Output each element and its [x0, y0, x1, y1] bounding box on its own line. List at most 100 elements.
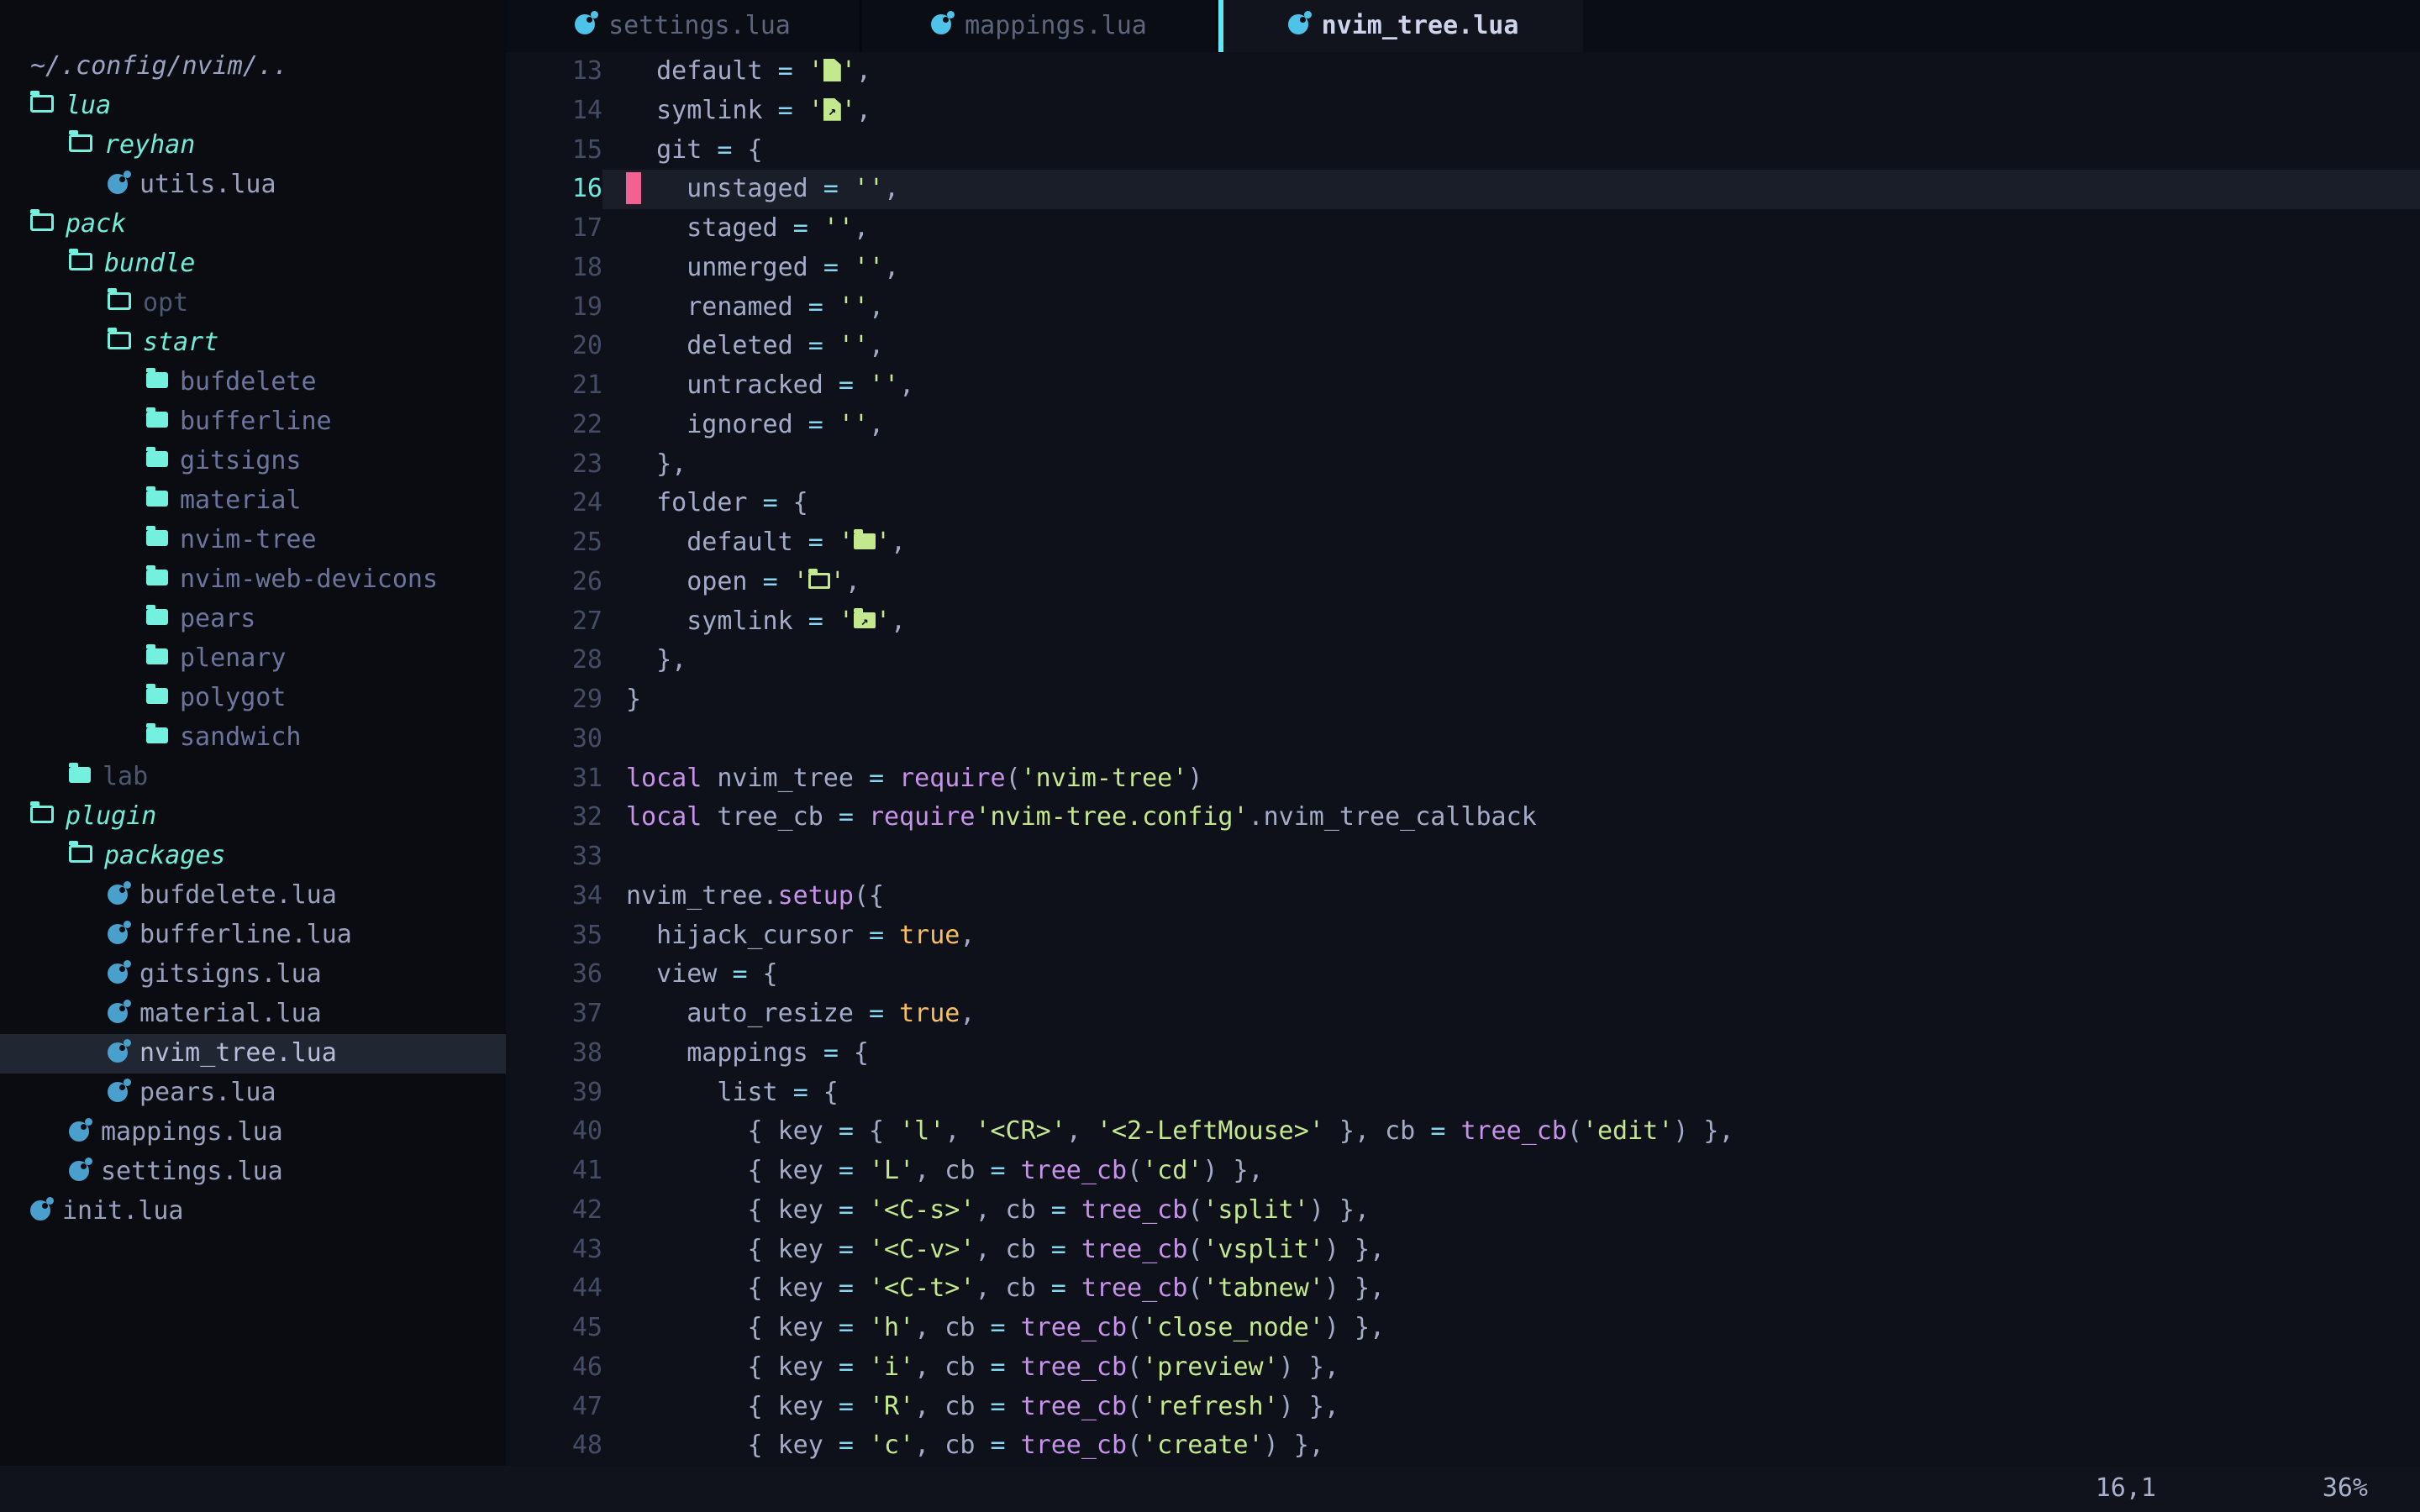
- tree-item-bufferline.lua[interactable]: bufferline.lua: [0, 916, 506, 955]
- code-line-38[interactable]: 38 mappings = {: [506, 1034, 2420, 1074]
- code-line-18[interactable]: 18 unmerged = '',: [506, 249, 2420, 288]
- code-line-37[interactable]: 37 auto_resize = true,: [506, 995, 2420, 1034]
- code-line-14[interactable]: 14 symlink = '',: [506, 92, 2420, 131]
- lua-icon: [108, 1042, 128, 1063]
- line-text: unmerged = '',: [602, 249, 2420, 288]
- tree-item-label: settings.lua: [101, 1152, 283, 1192]
- tab-mappings.lua[interactable]: mappings.lua: [862, 0, 1218, 52]
- code-line-21[interactable]: 21 untracked = '',: [506, 366, 2420, 406]
- code-line-33[interactable]: 33: [506, 837, 2420, 877]
- code-editor[interactable]: 13 default = '',14 symlink = '',15 git =…: [506, 52, 2420, 1466]
- tree-item-label: gitsigns: [180, 442, 302, 481]
- tree-item-label: init.lua: [62, 1192, 184, 1231]
- code-line-42[interactable]: 42 { key = '<C-s>', cb = tree_cb('split'…: [506, 1191, 2420, 1231]
- tree-item-gitsigns[interactable]: gitsigns: [0, 442, 506, 481]
- code-line-43[interactable]: 43 { key = '<C-v>', cb = tree_cb('vsplit…: [506, 1231, 2420, 1270]
- tree-item-label: polygot: [180, 679, 286, 718]
- tree-root-path[interactable]: ~/.config/nvim/..: [0, 47, 506, 87]
- line-number: 43: [506, 1231, 602, 1270]
- tree-item-plenary[interactable]: plenary: [0, 639, 506, 679]
- tree-item-mappings.lua[interactable]: mappings.lua: [0, 1113, 506, 1152]
- tree-item-utils.lua[interactable]: utils.lua: [0, 165, 506, 205]
- line-number: 35: [506, 916, 602, 956]
- tabline: settings.luamappings.luanvim_tree.lua: [506, 0, 2420, 52]
- line-number: 31: [506, 759, 602, 799]
- tree-item-bufdelete.lua[interactable]: bufdelete.lua: [0, 876, 506, 916]
- code-line-29[interactable]: 29}: [506, 680, 2420, 720]
- code-line-40[interactable]: 40 { key = { 'l', '<CR>', '<2-LeftMouse>…: [506, 1112, 2420, 1152]
- tree-item-bufferline[interactable]: bufferline: [0, 402, 506, 442]
- code-line-31[interactable]: 31local nvim_tree = require('nvim-tree'): [506, 759, 2420, 799]
- code-line-44[interactable]: 44 { key = '<C-t>', cb = tree_cb('tabnew…: [506, 1269, 2420, 1309]
- code-line-47[interactable]: 47 { key = 'R', cb = tree_cb('refresh') …: [506, 1388, 2420, 1427]
- code-line-45[interactable]: 45 { key = 'h', cb = tree_cb('close_node…: [506, 1309, 2420, 1348]
- tree-item-lua[interactable]: lua: [0, 87, 506, 126]
- line-text: renamed = '',: [602, 288, 2420, 328]
- tree-item-nvim-web-devicons[interactable]: nvim-web-devicons: [0, 560, 506, 600]
- tree-item-label: start: [143, 323, 218, 363]
- tree-item-nvim-tree[interactable]: nvim-tree: [0, 521, 506, 560]
- line-text: hijack_cursor = true,: [602, 916, 2420, 956]
- tree-item-opt[interactable]: opt: [0, 284, 506, 323]
- code-line-32[interactable]: 32local tree_cb = require'nvim-tree.conf…: [506, 798, 2420, 837]
- code-line-19[interactable]: 19 renamed = '',: [506, 288, 2420, 328]
- tree-item-pears[interactable]: pears: [0, 600, 506, 639]
- tree-item-gitsigns.lua[interactable]: gitsigns.lua: [0, 955, 506, 995]
- tab-nvim_tree.lua[interactable]: nvim_tree.lua: [1223, 0, 1583, 52]
- folder-filled-icon: [146, 609, 168, 625]
- tree-item-material.lua[interactable]: material.lua: [0, 995, 506, 1034]
- code-line-48[interactable]: 48 { key = 'c', cb = tree_cb('create') }…: [506, 1426, 2420, 1466]
- code-line-30[interactable]: 30: [506, 720, 2420, 759]
- line-number: 45: [506, 1309, 602, 1348]
- code-line-25[interactable]: 25 default = '',: [506, 523, 2420, 563]
- tree-item-material[interactable]: material: [0, 481, 506, 521]
- tree-item-bufdelete[interactable]: bufdelete: [0, 363, 506, 402]
- code-line-41[interactable]: 41 { key = 'L', cb = tree_cb('cd') },: [506, 1152, 2420, 1191]
- code-line-39[interactable]: 39 list = {: [506, 1074, 2420, 1113]
- line-number: 25: [506, 523, 602, 563]
- tree-item-bundle[interactable]: bundle: [0, 244, 506, 284]
- code-line-28[interactable]: 28 },: [506, 641, 2420, 680]
- tree-item-label: nvim-web-devicons: [180, 560, 438, 600]
- line-text: [602, 837, 2420, 877]
- code-line-26[interactable]: 26 open = '',: [506, 563, 2420, 602]
- tree-item-plugin[interactable]: plugin: [0, 797, 506, 837]
- lua-icon: [108, 924, 128, 944]
- code-line-34[interactable]: 34nvim_tree.setup({: [506, 877, 2420, 916]
- tree-item-lab[interactable]: lab: [0, 758, 506, 797]
- code-line-20[interactable]: 20 deleted = '',: [506, 327, 2420, 366]
- tree-item-settings.lua[interactable]: settings.lua: [0, 1152, 506, 1192]
- tree-item-nvim_tree.lua[interactable]: nvim_tree.lua: [0, 1034, 506, 1074]
- line-text: { key = '<C-v>', cb = tree_cb('vsplit') …: [602, 1231, 2420, 1270]
- line-text: { key = 'L', cb = tree_cb('cd') },: [602, 1152, 2420, 1191]
- line-text: { key = '<C-t>', cb = tree_cb('tabnew') …: [602, 1269, 2420, 1309]
- tree-item-label: bufdelete: [180, 363, 317, 402]
- line-number: 24: [506, 484, 602, 523]
- tree-item-pack[interactable]: pack: [0, 205, 506, 244]
- code-line-23[interactable]: 23 },: [506, 445, 2420, 485]
- tree-item-reyhan[interactable]: reyhan: [0, 126, 506, 165]
- code-line-27[interactable]: 27 symlink = '',: [506, 602, 2420, 642]
- code-line-13[interactable]: 13 default = '',: [506, 52, 2420, 92]
- code-line-24[interactable]: 24 folder = {: [506, 484, 2420, 523]
- line-number: 40: [506, 1112, 602, 1152]
- line-text: { key = 'h', cb = tree_cb('close_node') …: [602, 1309, 2420, 1348]
- code-line-35[interactable]: 35 hijack_cursor = true,: [506, 916, 2420, 956]
- tree-item-sandwich[interactable]: sandwich: [0, 718, 506, 758]
- folder-open-icon: [108, 292, 131, 310]
- code-line-17[interactable]: 17 staged = '',: [506, 209, 2420, 249]
- tree-item-polygot[interactable]: polygot: [0, 679, 506, 718]
- tree-item-start[interactable]: start: [0, 323, 506, 363]
- line-text: symlink = '',: [602, 92, 2420, 131]
- code-line-46[interactable]: 46 { key = 'i', cb = tree_cb('preview') …: [506, 1348, 2420, 1388]
- tree-item-pears.lua[interactable]: pears.lua: [0, 1074, 506, 1113]
- code-line-15[interactable]: 15 git = {: [506, 131, 2420, 171]
- tab-settings.lua[interactable]: settings.lua: [506, 0, 862, 52]
- code-line-16[interactable]: 16 unstaged = '',: [506, 170, 2420, 209]
- code-line-36[interactable]: 36 view = {: [506, 955, 2420, 995]
- code-line-22[interactable]: 22 ignored = '',: [506, 406, 2420, 445]
- tree-item-init.lua[interactable]: init.lua: [0, 1192, 506, 1231]
- lua-icon: [108, 1082, 128, 1102]
- tree-item-packages[interactable]: packages: [0, 837, 506, 876]
- folder-open-icon: [30, 213, 54, 231]
